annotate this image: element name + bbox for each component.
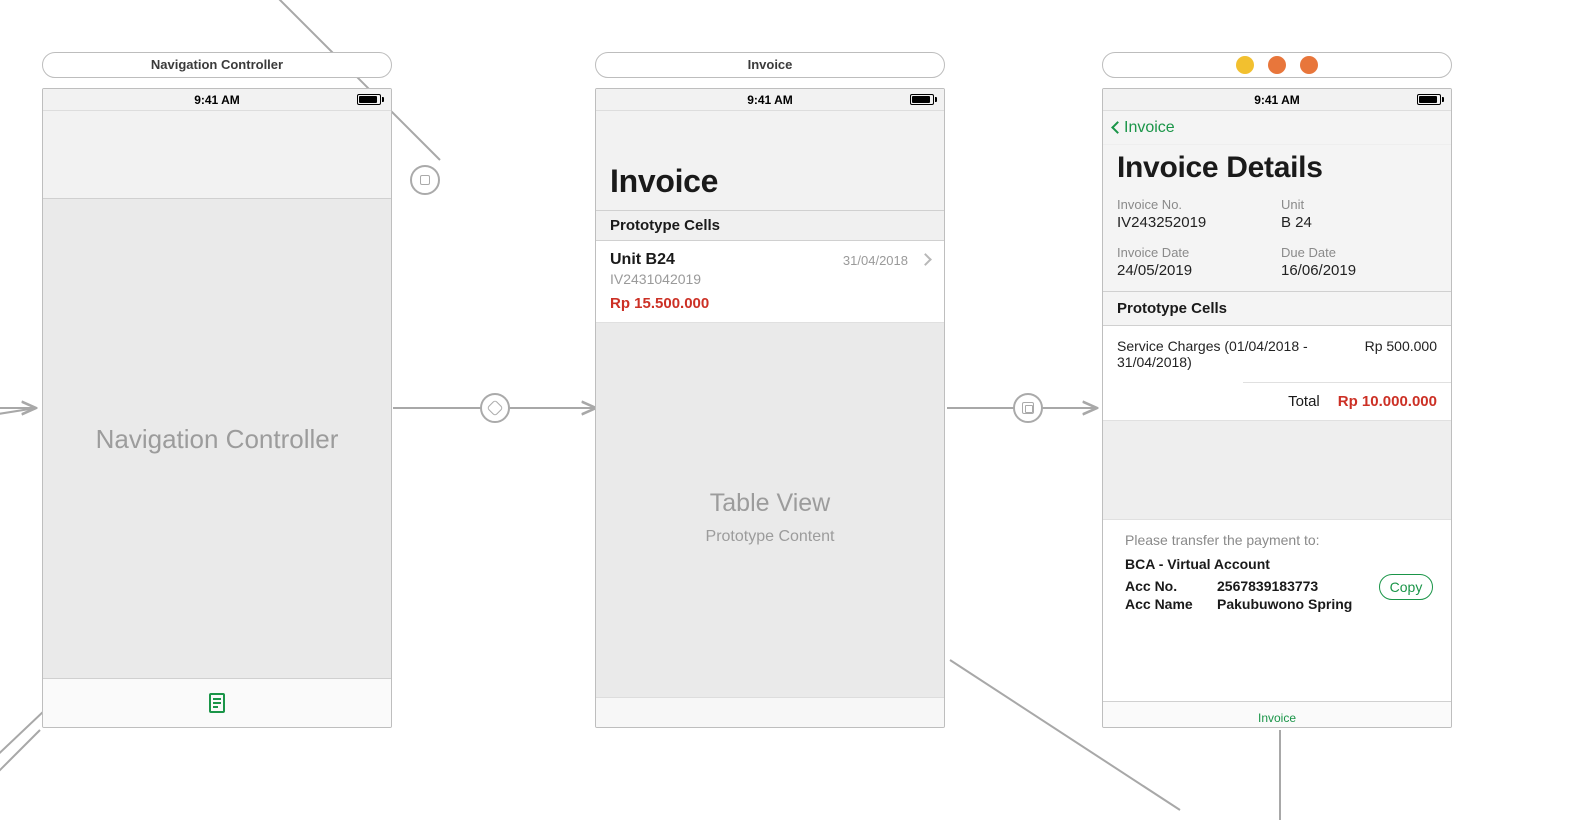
segue-embed-icon[interactable] <box>480 393 510 423</box>
line-item-value: Rp 500.000 <box>1365 338 1437 354</box>
prototype-content-label: Prototype Content <box>706 528 835 546</box>
status-time: 9:41 AM <box>747 93 793 107</box>
acc-name-value: Pakubuwono Spring <box>1217 596 1352 612</box>
navigation-bar <box>43 111 391 199</box>
cell-invoice-no: IV2431042019 <box>610 271 908 287</box>
conflict-indicator-icon <box>1236 56 1254 74</box>
battery-icon <box>1417 94 1441 105</box>
scene-exit-icon <box>1300 56 1318 74</box>
spacer <box>1103 420 1451 520</box>
scene-title-navcontroller[interactable]: Navigation Controller <box>42 52 392 78</box>
payment-block: Please transfer the payment to: BCA - Vi… <box>1103 520 1451 618</box>
segue-relation-icon[interactable] <box>410 165 440 195</box>
scene-title-invoice[interactable]: Invoice <box>595 52 945 78</box>
copy-button[interactable]: Copy <box>1379 574 1433 600</box>
scene-title-invoice-details[interactable] <box>1102 52 1452 78</box>
invoice-cell[interactable]: Unit B24 IV2431042019 Rp 15.500.000 31/0… <box>596 241 944 323</box>
segue-show-icon[interactable] <box>1013 393 1043 423</box>
back-label: Invoice <box>1124 119 1175 137</box>
tab-invoice-icon <box>205 691 229 715</box>
acc-no-label: Acc No. <box>1125 578 1207 594</box>
nav-controller-placeholder: Navigation Controller <box>96 424 339 455</box>
status-bar: 9:41 AM <box>43 89 391 111</box>
field-invoice-date: Invoice Date 24/05/2019 <box>1117 245 1273 279</box>
chevron-left-icon <box>1111 121 1124 134</box>
acc-no-value: 2567839183773 <box>1217 578 1318 594</box>
total-row: Total Rp 10.000.000 <box>1243 382 1451 420</box>
prototype-cells-header: Prototype Cells <box>1103 292 1451 326</box>
status-bar: 9:41 AM <box>1103 89 1451 111</box>
total-value: Rp 10.000.000 <box>1338 393 1437 410</box>
cell-date: 31/04/2018 <box>843 253 908 268</box>
field-due-date: Due Date 16/06/2019 <box>1281 245 1437 279</box>
acc-name-label: Acc Name <box>1125 596 1207 612</box>
battery-icon <box>357 94 381 105</box>
total-label: Total <box>1288 393 1320 410</box>
status-time: 9:41 AM <box>194 93 240 107</box>
chevron-right-icon <box>919 253 932 266</box>
scene-navigation-controller[interactable]: 9:41 AM Navigation Controller <box>42 88 392 728</box>
field-invoice-no: Invoice No. IV243252019 <box>1117 197 1273 231</box>
line-item-row: Service Charges (01/04/2018 - 31/04/2018… <box>1103 326 1451 382</box>
header-block: Invoice Details Invoice No. IV243252019 … <box>1103 145 1451 292</box>
page-title: Invoice <box>610 163 930 200</box>
table-view-placeholder: Table View Prototype Content <box>596 337 944 697</box>
payment-hint: Please transfer the payment to: <box>1125 532 1429 548</box>
line-item-label: Service Charges (01/04/2018 - 31/04/2018… <box>1117 338 1315 370</box>
table-view-label: Table View <box>710 489 830 518</box>
nav-controller-body: Navigation Controller <box>43 199 391 680</box>
scene-invoice-details[interactable]: 9:41 AM Invoice Invoice Details Invoice … <box>1102 88 1452 728</box>
battery-icon <box>910 94 934 105</box>
tabbar: Invoice <box>1103 701 1451 727</box>
tab-invoice-label[interactable]: Invoice <box>1258 711 1296 725</box>
back-button[interactable]: Invoice <box>1113 119 1175 137</box>
navigation-bar: Invoice <box>1103 111 1451 145</box>
prototype-cells-header: Prototype Cells <box>596 211 944 241</box>
status-bar: 9:41 AM <box>596 89 944 111</box>
status-time: 9:41 AM <box>1254 93 1300 107</box>
cell-amount: Rp 15.500.000 <box>610 295 908 312</box>
scene-object-icon <box>1268 56 1286 74</box>
navigation-bar: Invoice <box>596 111 944 211</box>
page-title: Invoice Details <box>1117 151 1437 185</box>
payment-bank: BCA - Virtual Account <box>1125 556 1429 572</box>
field-unit: Unit B 24 <box>1281 197 1437 231</box>
scene-invoice-list[interactable]: 9:41 AM Invoice Prototype Cells Unit B24… <box>595 88 945 728</box>
tabbar <box>43 678 391 727</box>
